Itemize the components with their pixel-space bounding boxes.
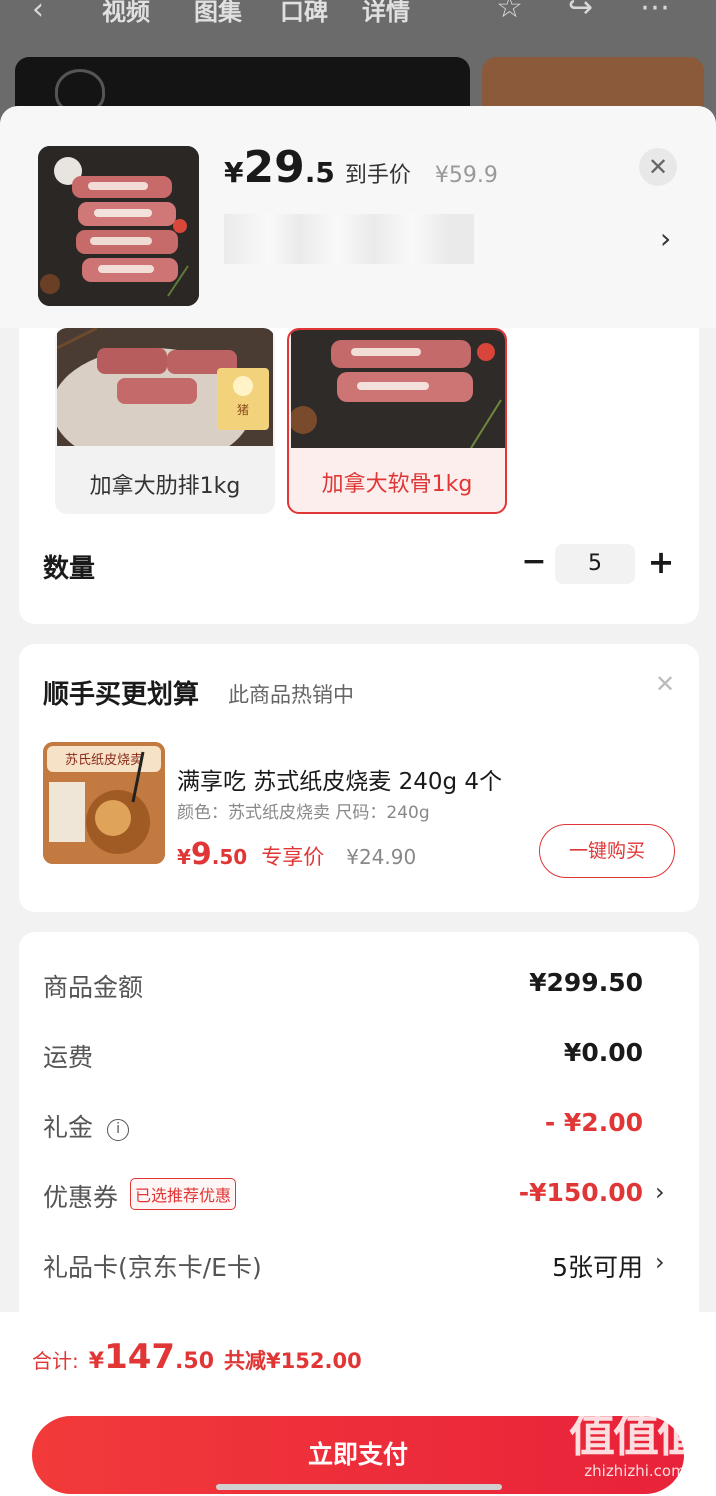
price-decimal: .5 xyxy=(304,156,335,189)
upsell-price-decimal: .50 xyxy=(211,845,248,869)
address-selector-blurred[interactable] xyxy=(224,214,474,264)
upsell-original-price: ¥24.90 xyxy=(346,845,417,869)
summary-value: -¥150.00 xyxy=(518,1178,643,1207)
summary-label: 礼金 xyxy=(43,1113,94,1142)
one-click-buy-button[interactable]: 一键购买 xyxy=(539,824,675,878)
upsell-subtitle: 此商品热销中 xyxy=(228,683,354,707)
summary-value: 5张可用 xyxy=(552,1253,643,1282)
summary-label-wrap: 礼金 i xyxy=(43,1108,130,1144)
spec-option-ribs[interactable]: 猪 加拿大肋排1kg xyxy=(55,328,275,514)
upsell-price-tag: 专享价 xyxy=(261,845,325,869)
upsell-price: ¥ 9 .50 专享价 ¥24.90 xyxy=(177,840,416,871)
recommended-discount-badge: 已选推荐优惠 xyxy=(130,1178,237,1210)
summary-value: - ¥2.00 xyxy=(544,1108,643,1137)
close-button[interactable]: ✕ xyxy=(639,148,677,186)
info-icon[interactable]: i xyxy=(107,1119,130,1141)
tab-gallery: 图集 xyxy=(194,0,242,26)
home-indicator xyxy=(216,1484,502,1490)
quantity-minus-button[interactable]: − xyxy=(514,542,554,582)
quantity-input[interactable]: 5 xyxy=(555,544,635,584)
currency-symbol: ¥ xyxy=(177,845,191,869)
sheet-header: ¥ 29 .5 到手价 ¥59.9 ✕ › xyxy=(0,106,716,328)
summary-label: 商品金额 xyxy=(43,973,144,1002)
upsell-price-integer: 9 xyxy=(190,837,212,872)
upsell-product-name[interactable]: 满享吃 苏式纸皮烧麦 240g 4个 xyxy=(177,762,502,796)
spec-option-cartilage[interactable]: 加拿大软骨1kg xyxy=(287,328,507,514)
background-nav: ‹ 视频 图集 口碑 详情 ☆ ↪ ⋯ xyxy=(0,0,716,32)
total-integer: 147 xyxy=(104,1337,176,1377)
tab-details: 详情 xyxy=(362,0,410,26)
upsell-product-attributes: 颜色：苏式纸皮烧卖 尺码：240g xyxy=(177,803,430,823)
chevron-right-icon[interactable]: › xyxy=(660,222,671,255)
summary-row-shipping: 运费 ¥0.00 xyxy=(19,1034,699,1074)
chevron-right-icon[interactable]: › xyxy=(655,1178,665,1206)
price-line: ¥ 29 .5 到手价 ¥59.9 xyxy=(224,146,498,190)
watermark-glyph: 值值值 xyxy=(569,1408,703,1462)
tab-reviews: 口碑 xyxy=(280,0,328,26)
upsell-close-icon[interactable]: ✕ xyxy=(655,670,675,698)
share-icon: ↪ xyxy=(568,0,594,25)
summary-row-gift-card[interactable]: 礼品卡(京东卡/E卡) 5张可用 › xyxy=(19,1244,699,1284)
summary-row-gift-money: 礼金 i - ¥2.00 xyxy=(19,1104,699,1144)
star-icon: ☆ xyxy=(496,0,523,25)
summary-value: ¥299.50 xyxy=(529,968,643,997)
upsell-title: 顺手买更划算 xyxy=(43,680,200,710)
more-icon: ⋯ xyxy=(640,0,670,25)
upsell-product-image[interactable]: 苏氏纸皮烧卖 xyxy=(43,742,165,864)
summary-label: 礼品卡(京东卡/E卡) xyxy=(43,1253,262,1282)
currency-symbol: ¥ xyxy=(88,1349,105,1374)
tab-video: 视频 xyxy=(102,0,150,26)
back-icon: ‹ xyxy=(32,0,44,27)
total-label: 合计: xyxy=(32,1349,79,1373)
currency-symbol: ¥ xyxy=(224,156,244,189)
summary-label: 优惠券 xyxy=(43,1183,119,1212)
chevron-right-icon[interactable]: › xyxy=(655,1248,665,1276)
price-label: 到手价 xyxy=(344,163,411,188)
spec-option-label: 加拿大软骨1kg xyxy=(321,472,473,497)
order-summary: 商品金额 ¥299.50 运费 ¥0.00 礼金 i - ¥2.00 优惠券 已选推… xyxy=(19,932,699,1352)
spec-selector: 猪 加拿大肋排1kg 加拿大软骨1kg 数量 − 5 + xyxy=(19,306,699,624)
svg-text:猪: 猪 xyxy=(237,403,249,417)
spec-option-image: 猪 xyxy=(57,328,273,446)
summary-row-goods-amount: 商品金额 ¥299.50 xyxy=(19,964,699,1004)
total-saved: 共减¥152.00 xyxy=(224,1349,362,1373)
summary-row-coupon[interactable]: 优惠券 已选推荐优惠 -¥150.00 › xyxy=(19,1174,699,1214)
upsell-card: 顺手买更划算 此商品热销中 ✕ 苏氏纸皮烧卖 满享吃 苏式纸皮烧麦 240g 4… xyxy=(19,644,699,912)
watermark-logo: 值值值 zhizhizhi.com xyxy=(560,1412,710,1492)
total-decimal: .50 xyxy=(175,1349,215,1374)
quantity-plus-button[interactable]: + xyxy=(641,542,681,582)
product-thumbnail xyxy=(38,146,199,306)
purchase-sheet: ¥ 29 .5 到手价 ¥59.9 ✕ › 猪 加拿大肋排1kg 加拿大软骨1k… xyxy=(0,106,716,1496)
upsell-image-label: 苏氏纸皮烧卖 xyxy=(65,752,143,768)
spec-option-label: 加拿大肋排1kg xyxy=(89,474,241,499)
total-line: 合计: ¥ 147 .50 共减¥152.00 xyxy=(32,1340,362,1375)
price-integer: 29 xyxy=(243,142,305,193)
summary-label-wrap: 优惠券 已选推荐优惠 xyxy=(43,1178,237,1214)
quantity-label: 数量 xyxy=(43,554,96,584)
summary-value: ¥0.00 xyxy=(563,1038,643,1067)
summary-label: 运费 xyxy=(43,1043,94,1072)
watermark-url: zhizhizhi.com xyxy=(584,1462,686,1480)
original-price: ¥59.9 xyxy=(434,163,498,188)
spec-option-image xyxy=(291,330,505,448)
